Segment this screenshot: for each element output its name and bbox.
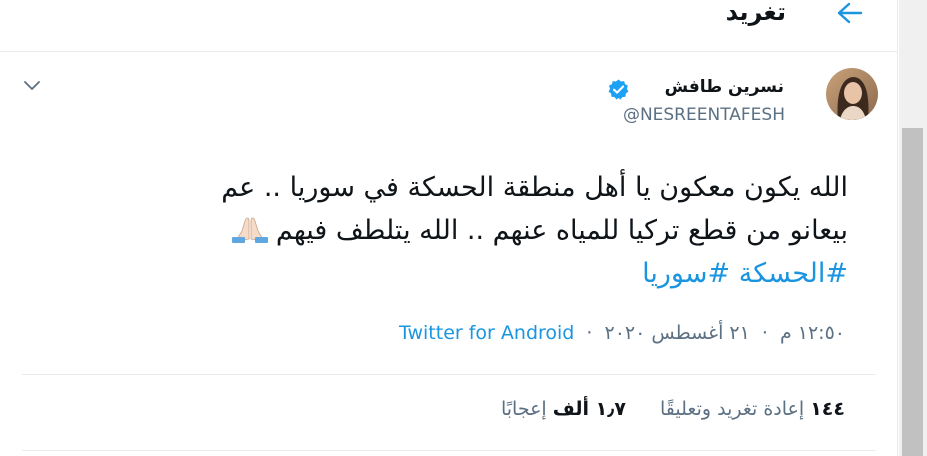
hashtag-link[interactable]: #الحسكة (739, 258, 848, 289)
tweet-time[interactable]: ١٢:٥٠ م (780, 322, 845, 344)
avatar[interactable] (826, 68, 878, 120)
tweet-text: الله يكون معكون يا أهل منطقة الحسكة في س… (58, 166, 848, 295)
likes-stat[interactable]: ١٫٧ ألف إعجابًا (501, 398, 626, 420)
hashtag-link-2[interactable]: #سوريا (642, 258, 730, 289)
page-header: تغريد (0, 0, 898, 52)
retweets-count: ١٤٤ (810, 398, 845, 420)
retweets-label: إعادة تغريد وتعليقًا (660, 398, 805, 420)
divider-bottom (22, 450, 876, 451)
tweet-source-link[interactable]: Twitter for Android (399, 322, 574, 344)
tweet-stats: ١٤٤ إعادة تغريد وتعليقًا ١٫٧ ألف إعجابًا (473, 398, 845, 420)
tweet-text-line: الله يكون معكون يا أهل منطقة الحسكة في س… (221, 172, 848, 203)
chevron-down-icon[interactable] (22, 76, 42, 94)
likes-label: إعجابًا (500, 398, 547, 420)
tweet-detail-pane: تغريد نسرين طافش @NESREENTAFESH الله يكو (0, 0, 898, 456)
likes-count: ١٫٧ ألف (552, 398, 626, 420)
meta-separator-2: · (586, 322, 593, 344)
verified-badge-icon (608, 79, 629, 100)
tweet-meta: ١٢:٥٠ م · ٢١ أغسطس ٢٠٢٠ · Twitter for An… (399, 322, 845, 344)
meta-separator: · (761, 322, 768, 344)
tweet-date[interactable]: ٢١ أغسطس ٢٠٢٠ (605, 322, 750, 344)
tweet-hashtags: #الحسكة #سوريا (58, 252, 848, 295)
author-handle[interactable]: @NESREENTAFESH (623, 105, 785, 125)
page-title: تغريد (725, 0, 786, 26)
tweet-text-line-2: بيعانو من قطع تركيا للمياه عنهم .. الله … (58, 209, 848, 252)
back-arrow-icon[interactable] (836, 2, 864, 24)
author-name[interactable]: نسرين طافش (665, 77, 784, 97)
tweet-text-segment: بيعانو من قطع تركيا للمياه عنهم .. الله … (275, 215, 848, 246)
scrollbar-thumb[interactable] (902, 128, 923, 456)
retweets-stat[interactable]: ١٤٤ إعادة تغريد وتعليقًا (660, 398, 845, 420)
divider (22, 374, 876, 375)
folded-hands-emoji (231, 217, 268, 243)
